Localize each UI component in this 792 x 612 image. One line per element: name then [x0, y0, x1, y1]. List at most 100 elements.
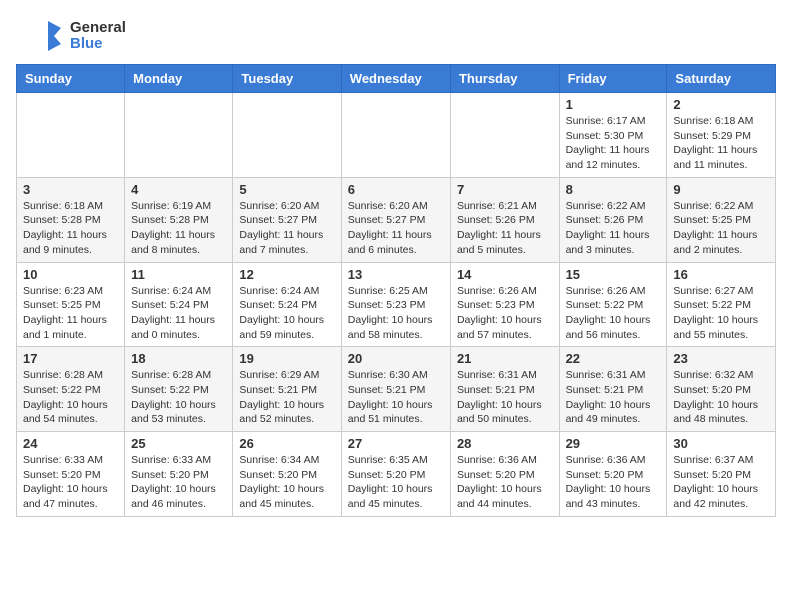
day-info: Sunrise: 6:25 AM Sunset: 5:23 PM Dayligh… [348, 284, 444, 343]
calendar-cell: 30 Sunrise: 6:37 AM Sunset: 5:20 PM Dayli… [667, 432, 776, 517]
calendar-cell [450, 93, 559, 178]
day-number: 29 [566, 436, 661, 451]
calendar-cell: 17 Sunrise: 6:28 AM Sunset: 5:22 PM Dayli… [17, 347, 125, 432]
day-info: Sunrise: 6:27 AM Sunset: 5:22 PM Dayligh… [673, 284, 769, 343]
day-info: Sunrise: 6:36 AM Sunset: 5:20 PM Dayligh… [566, 453, 661, 512]
day-number: 10 [23, 267, 118, 282]
column-header-monday: Monday [125, 65, 233, 93]
calendar-cell: 6 Sunrise: 6:20 AM Sunset: 5:27 PM Daylig… [341, 177, 450, 262]
day-number: 3 [23, 182, 118, 197]
calendar-cell: 24Sunrise: 6:33 AM Sunset: 5:20 PM Dayli… [17, 432, 125, 517]
day-number: 14 [457, 267, 553, 282]
day-number: 8 [566, 182, 661, 197]
calendar-cell: 4 Sunrise: 6:19 AM Sunset: 5:28 PM Daylig… [125, 177, 233, 262]
column-header-tuesday: Tuesday [233, 65, 341, 93]
calendar-cell: 11Sunrise: 6:24 AM Sunset: 5:24 PM Dayli… [125, 262, 233, 347]
day-number: 4 [131, 182, 226, 197]
calendar-cell [233, 93, 341, 178]
calendar-cell: 26Sunrise: 6:34 AM Sunset: 5:20 PM Dayli… [233, 432, 341, 517]
day-info: Sunrise: 6:35 AM Sunset: 5:20 PM Dayligh… [348, 453, 444, 512]
day-number: 6 [348, 182, 444, 197]
calendar-cell: 18 Sunrise: 6:28 AM Sunset: 5:22 PM Dayli… [125, 347, 233, 432]
day-info: Sunrise: 6:18 AM Sunset: 5:28 PM Dayligh… [23, 199, 118, 258]
calendar-cell: 28 Sunrise: 6:36 AM Sunset: 5:20 PM Dayli… [450, 432, 559, 517]
calendar-week-row: 24 Sunrise: 6:33 AM Sunset: 5:20 PM Dayli… [17, 432, 776, 517]
calendar-cell: 21 Sunrise: 6:31 AM Sunset: 5:21 PM Dayli… [450, 347, 559, 432]
header: GeneralBlue [16, 16, 776, 56]
day-info: Sunrise: 6:30 AM Sunset: 5:21 PM Dayligh… [348, 368, 444, 427]
day-info: Sunrise: 6:24 AM Sunset: 5:24 PM Dayligh… [239, 284, 334, 343]
day-number: 19 [239, 351, 334, 366]
day-info: Sunrise: 6:26 AM Sunset: 5:22 PM Dayligh… [566, 284, 661, 343]
day-info: Sunrise: 6:28 AM Sunset: 5:22 PM Dayligh… [131, 368, 226, 427]
day-info: Sunrise: 6:28 AM Sunset: 5:22 PM Dayligh… [23, 368, 118, 427]
calendar-cell: 5 Sunrise: 6:20 AM Sunset: 5:27 PM Daylig… [233, 177, 341, 262]
day-number: 17 [23, 351, 118, 366]
calendar-cell: 14 Sunrise: 6:26 AM Sunset: 5:23 PM Dayli… [450, 262, 559, 347]
day-info: Sunrise: 6:34 AM Sunset: 5:20 PM Dayligh… [239, 453, 334, 512]
day-info: Sunrise: 6:29 AM Sunset: 5:21 PM Dayligh… [239, 368, 334, 427]
logo-icon [16, 16, 66, 56]
day-info: Sunrise: 6:19 AM Sunset: 5:28 PM Dayligh… [131, 199, 226, 258]
calendar-table: SundayMondayTuesdayWednesdayThursdayFrid… [16, 64, 776, 517]
calendar-cell: 15 Sunrise: 6:26 AM Sunset: 5:22 PM Dayli… [559, 262, 667, 347]
day-number: 2 [673, 97, 769, 112]
calendar-cell: 8 Sunrise: 6:22 AM Sunset: 5:26 PM Daylig… [559, 177, 667, 262]
calendar-cell: 1 Sunrise: 6:17 AM Sunset: 5:30 PM Daylig… [559, 93, 667, 178]
day-info: Sunrise: 6:23 AM Sunset: 5:25 PM Dayligh… [23, 284, 118, 343]
day-number: 21 [457, 351, 553, 366]
day-number: 27 [348, 436, 444, 451]
day-number: 5 [239, 182, 334, 197]
day-number: 7 [457, 182, 553, 197]
calendar-cell [341, 93, 450, 178]
calendar-week-row: 17 Sunrise: 6:28 AM Sunset: 5:22 PM Dayli… [17, 347, 776, 432]
day-info: Sunrise: 6:31 AM Sunset: 5:21 PM Dayligh… [457, 368, 553, 427]
column-header-saturday: Saturday [667, 65, 776, 93]
day-info: Sunrise: 6:20 AM Sunset: 5:27 PM Dayligh… [348, 199, 444, 258]
day-number: 18 [131, 351, 226, 366]
calendar-cell: 20 Sunrise: 6:30 AM Sunset: 5:21 PM Dayli… [341, 347, 450, 432]
calendar-cell: 13Sunrise: 6:25 AM Sunset: 5:23 PM Dayli… [341, 262, 450, 347]
day-info: Sunrise: 6:26 AM Sunset: 5:23 PM Dayligh… [457, 284, 553, 343]
calendar-week-row: 1 Sunrise: 6:17 AM Sunset: 5:30 PM Daylig… [17, 93, 776, 178]
calendar-cell: 9 Sunrise: 6:22 AM Sunset: 5:25 PM Daylig… [667, 177, 776, 262]
day-info: Sunrise: 6:21 AM Sunset: 5:26 PM Dayligh… [457, 199, 553, 258]
calendar-cell: 22 Sunrise: 6:31 AM Sunset: 5:21 PM Dayli… [559, 347, 667, 432]
day-info: Sunrise: 6:18 AM Sunset: 5:29 PM Dayligh… [673, 114, 769, 173]
day-number: 20 [348, 351, 444, 366]
calendar-cell: 3 Sunrise: 6:18 AM Sunset: 5:28 PM Daylig… [17, 177, 125, 262]
day-number: 22 [566, 351, 661, 366]
day-info: Sunrise: 6:32 AM Sunset: 5:20 PM Dayligh… [673, 368, 769, 427]
calendar-cell [17, 93, 125, 178]
day-number: 9 [673, 182, 769, 197]
day-number: 23 [673, 351, 769, 366]
day-info: Sunrise: 6:36 AM Sunset: 5:20 PM Dayligh… [457, 453, 553, 512]
day-number: 15 [566, 267, 661, 282]
calendar-header-row: SundayMondayTuesdayWednesdayThursdayFrid… [17, 65, 776, 93]
day-number: 28 [457, 436, 553, 451]
day-number: 24 [23, 436, 118, 451]
day-number: 1 [566, 97, 661, 112]
calendar-week-row: 10 Sunrise: 6:23 AM Sunset: 5:25 PM Dayli… [17, 262, 776, 347]
day-info: Sunrise: 6:33 AM Sunset: 5:20 PM Dayligh… [131, 453, 226, 512]
calendar-cell: 12 Sunrise: 6:24 AM Sunset: 5:24 PM Dayli… [233, 262, 341, 347]
calendar-cell: 23 Sunrise: 6:32 AM Sunset: 5:20 PM Dayli… [667, 347, 776, 432]
calendar-cell: 25Sunrise: 6:33 AM Sunset: 5:20 PM Dayli… [125, 432, 233, 517]
calendar-cell: 19 Sunrise: 6:29 AM Sunset: 5:21 PM Dayli… [233, 347, 341, 432]
day-info: Sunrise: 6:31 AM Sunset: 5:21 PM Dayligh… [566, 368, 661, 427]
day-number: 30 [673, 436, 769, 451]
day-info: Sunrise: 6:37 AM Sunset: 5:20 PM Dayligh… [673, 453, 769, 512]
day-info: Sunrise: 6:22 AM Sunset: 5:25 PM Dayligh… [673, 199, 769, 258]
calendar-cell: 7 Sunrise: 6:21 AM Sunset: 5:26 PM Daylig… [450, 177, 559, 262]
column-header-wednesday: Wednesday [341, 65, 450, 93]
calendar-week-row: 3 Sunrise: 6:18 AM Sunset: 5:28 PM Daylig… [17, 177, 776, 262]
day-info: Sunrise: 6:24 AM Sunset: 5:24 PM Dayligh… [131, 284, 226, 343]
day-info: Sunrise: 6:22 AM Sunset: 5:26 PM Dayligh… [566, 199, 661, 258]
day-info: Sunrise: 6:17 AM Sunset: 5:30 PM Dayligh… [566, 114, 661, 173]
logo: GeneralBlue [16, 16, 126, 56]
day-number: 12 [239, 267, 334, 282]
calendar-cell: 10 Sunrise: 6:23 AM Sunset: 5:25 PM Dayli… [17, 262, 125, 347]
calendar-cell: 2 Sunrise: 6:18 AM Sunset: 5:29 PM Daylig… [667, 93, 776, 178]
day-info: Sunrise: 6:20 AM Sunset: 5:27 PM Dayligh… [239, 199, 334, 258]
logo-general-text: General [70, 20, 126, 37]
